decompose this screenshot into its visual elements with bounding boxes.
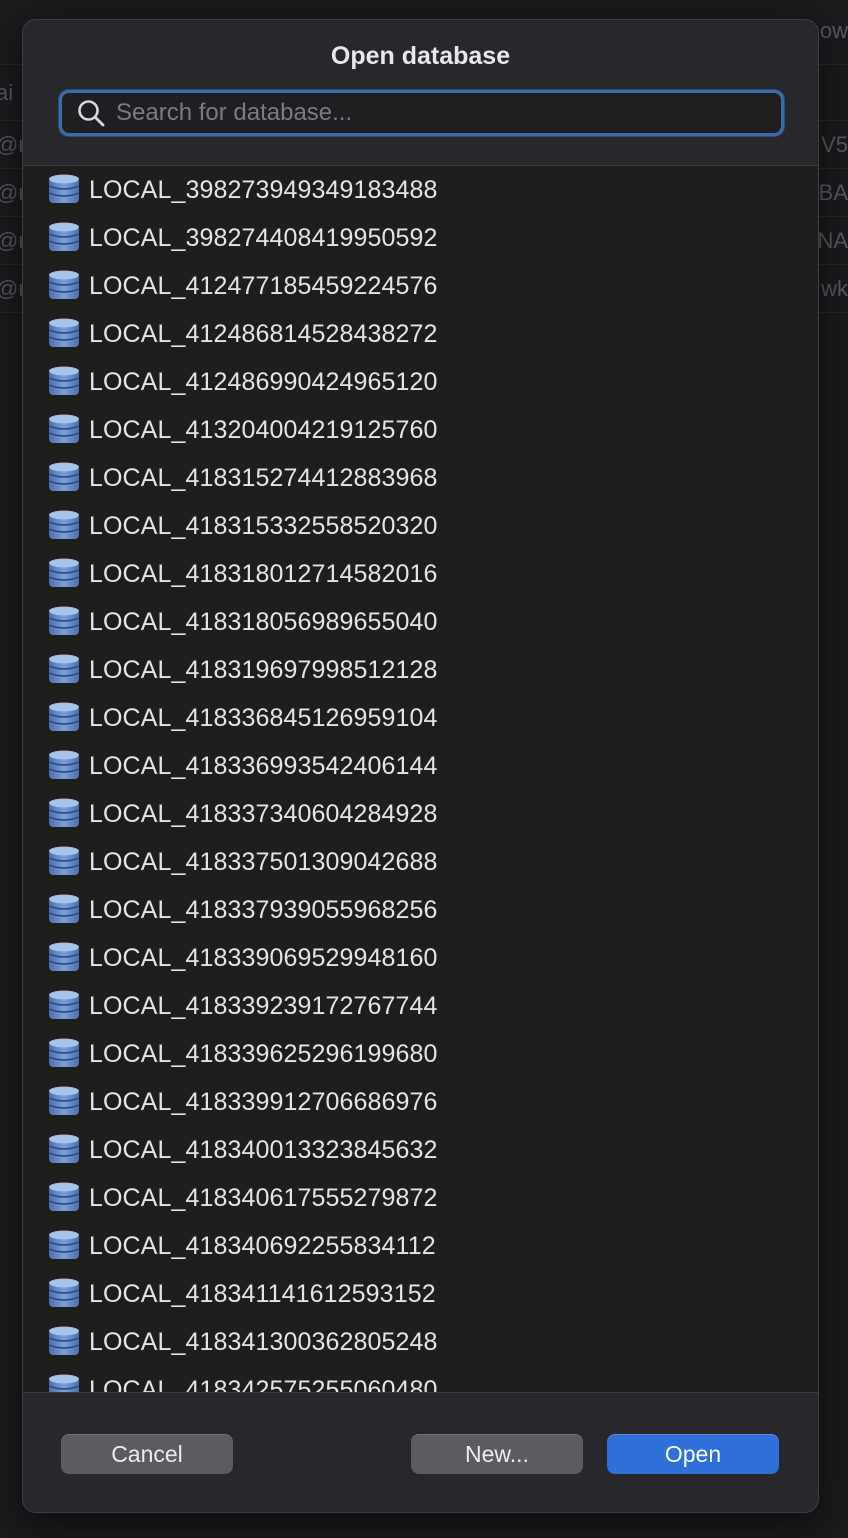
- database-list-item[interactable]: LOCAL_418342575255060480: [23, 1366, 818, 1393]
- database-icon: [47, 701, 81, 735]
- database-name: LOCAL_418336993542406144: [89, 751, 438, 780]
- database-list-item[interactable]: LOCAL_398274408419950592: [23, 214, 818, 262]
- database-name: LOCAL_418319697998512128: [89, 655, 438, 684]
- open-button[interactable]: Open: [607, 1434, 779, 1474]
- database-icon: [47, 989, 81, 1023]
- database-icon: [47, 1277, 81, 1311]
- database-name: LOCAL_418340617555279872: [89, 1183, 438, 1212]
- database-icon: [47, 797, 81, 831]
- new-button[interactable]: New...: [411, 1434, 583, 1474]
- database-name: LOCAL_398273949349183488: [89, 175, 438, 204]
- database-list-item[interactable]: LOCAL_418315332558520320: [23, 502, 818, 550]
- database-icon: [47, 509, 81, 543]
- database-list-item[interactable]: LOCAL_418337939055968256: [23, 886, 818, 934]
- database-icon: [47, 221, 81, 255]
- database-icon: [47, 893, 81, 927]
- database-name: LOCAL_418318056989655040: [89, 607, 438, 636]
- database-icon: [47, 557, 81, 591]
- database-list-item[interactable]: LOCAL_418336845126959104: [23, 694, 818, 742]
- database-name: LOCAL_412486814528438272: [89, 319, 438, 348]
- database-list-item[interactable]: LOCAL_412486814528438272: [23, 310, 818, 358]
- search-icon: [76, 98, 106, 128]
- database-list-item[interactable]: LOCAL_418319697998512128: [23, 646, 818, 694]
- database-name: LOCAL_398274408419950592: [89, 223, 438, 252]
- database-name: LOCAL_418318012714582016: [89, 559, 438, 588]
- dialog-footer: Cancel New... Open: [23, 1394, 818, 1512]
- database-name: LOCAL_418340692255834112: [89, 1231, 436, 1260]
- database-icon: [47, 1181, 81, 1215]
- database-name: LOCAL_418337939055968256: [89, 895, 438, 924]
- database-list-item[interactable]: LOCAL_418340692255834112: [23, 1222, 818, 1270]
- database-list-item[interactable]: LOCAL_418340013323845632: [23, 1126, 818, 1174]
- database-name: LOCAL_418340013323845632: [89, 1135, 438, 1164]
- database-name: LOCAL_418341300362805248: [89, 1327, 438, 1356]
- background-text: ow: [819, 18, 848, 43]
- database-list-item[interactable]: LOCAL_418339069529948160: [23, 934, 818, 982]
- database-name: LOCAL_418315274412883968: [89, 463, 438, 492]
- database-list-item[interactable]: LOCAL_418341300362805248: [23, 1318, 818, 1366]
- database-name: LOCAL_418339069529948160: [89, 943, 438, 972]
- database-icon: [47, 653, 81, 687]
- background-text: BA: [818, 180, 848, 205]
- open-database-dialog: Open database LOCAL_398273949349183488 L…: [22, 19, 819, 1513]
- database-icon: [47, 365, 81, 399]
- database-list-item[interactable]: LOCAL_418318012714582016: [23, 550, 818, 598]
- background-text: NA: [817, 228, 848, 253]
- database-name: LOCAL_418339912706686976: [89, 1087, 438, 1116]
- database-icon: [47, 845, 81, 879]
- database-list-item[interactable]: LOCAL_418341141612593152: [23, 1270, 818, 1318]
- database-list-item[interactable]: LOCAL_418318056989655040: [23, 598, 818, 646]
- database-list-item[interactable]: LOCAL_418337340604284928: [23, 790, 818, 838]
- database-name: LOCAL_418337340604284928: [89, 799, 438, 828]
- database-list-item[interactable]: LOCAL_418339912706686976: [23, 1078, 818, 1126]
- database-name: LOCAL_418337501309042688: [89, 847, 438, 876]
- cancel-button[interactable]: Cancel: [61, 1434, 233, 1474]
- database-list-item[interactable]: LOCAL_418340617555279872: [23, 1174, 818, 1222]
- database-list-item[interactable]: LOCAL_413204004219125760: [23, 406, 818, 454]
- database-name: LOCAL_412477185459224576: [89, 271, 438, 300]
- database-icon: [47, 1325, 81, 1359]
- database-icon: [47, 1229, 81, 1263]
- database-list-item[interactable]: LOCAL_418339625296199680: [23, 1030, 818, 1078]
- database-list-item[interactable]: LOCAL_418315274412883968: [23, 454, 818, 502]
- database-icon: [47, 749, 81, 783]
- background-text: wk: [821, 276, 848, 301]
- dialog-title: Open database: [330, 42, 511, 70]
- database-icon: [47, 1085, 81, 1119]
- database-name: LOCAL_418339625296199680: [89, 1039, 438, 1068]
- database-name: LOCAL_412486990424965120: [89, 367, 438, 396]
- database-list-item[interactable]: LOCAL_398273949349183488: [23, 166, 818, 214]
- database-name: LOCAL_418339239172767744: [89, 991, 438, 1020]
- search-input[interactable]: [116, 93, 781, 133]
- database-list-item[interactable]: LOCAL_412477185459224576: [23, 262, 818, 310]
- database-icon: [47, 1133, 81, 1167]
- database-name: LOCAL_418342575255060480: [89, 1375, 438, 1393]
- database-list-item[interactable]: LOCAL_418339239172767744: [23, 982, 818, 1030]
- database-icon: [47, 317, 81, 351]
- database-name: LOCAL_418341141612593152: [89, 1279, 436, 1308]
- database-list-item[interactable]: LOCAL_412486990424965120: [23, 358, 818, 406]
- background-text: ai: [0, 80, 14, 105]
- database-list-item[interactable]: LOCAL_418337501309042688: [23, 838, 818, 886]
- database-list[interactable]: LOCAL_398273949349183488 LOCAL_398274408…: [23, 165, 818, 1393]
- database-icon: [47, 1373, 81, 1392]
- database-icon: [47, 941, 81, 975]
- database-name: LOCAL_418315332558520320: [89, 511, 438, 540]
- database-icon: [47, 413, 81, 447]
- database-icon: [47, 1037, 81, 1071]
- database-name: LOCAL_418336845126959104: [89, 703, 438, 732]
- background-text: V5: [821, 132, 848, 157]
- database-list-item[interactable]: LOCAL_418336993542406144: [23, 742, 818, 790]
- database-icon: [47, 173, 81, 207]
- database-icon: [47, 605, 81, 639]
- database-name: LOCAL_413204004219125760: [89, 415, 438, 444]
- database-icon: [47, 269, 81, 303]
- search-field[interactable]: [59, 90, 784, 136]
- database-icon: [47, 461, 81, 495]
